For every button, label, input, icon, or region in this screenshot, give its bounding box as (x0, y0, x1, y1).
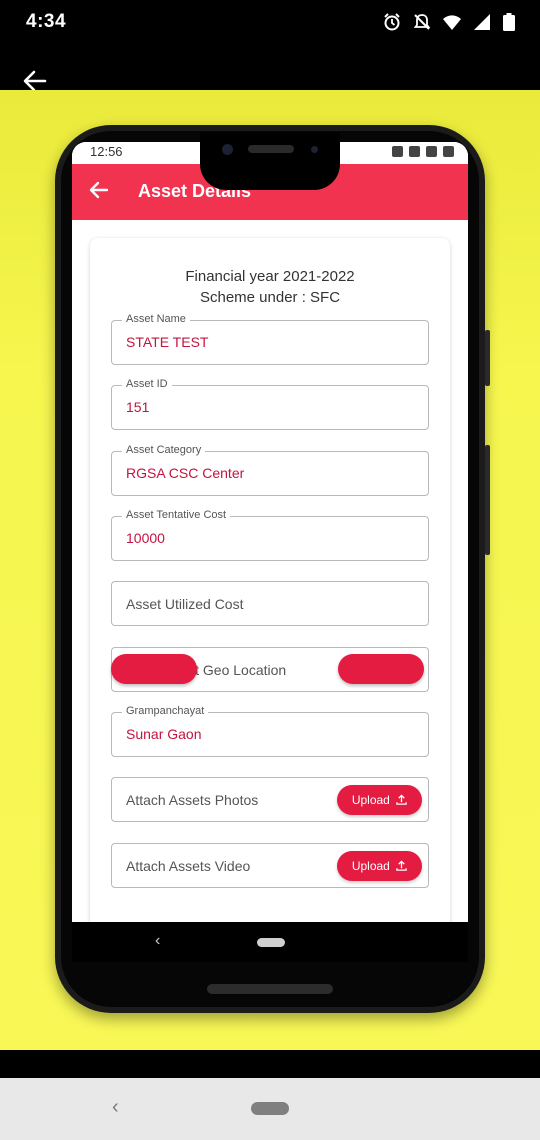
asset-category-label: Asset Category (122, 444, 206, 456)
speaker-grille (207, 984, 333, 994)
status-time: 4:34 (26, 11, 67, 32)
attach-video-placeholder: Attach Assets Video (126, 858, 251, 874)
upload-icon (396, 860, 407, 871)
system-status-bar: 4:34 (0, 0, 540, 46)
upload-icon (396, 794, 407, 805)
sensor (311, 146, 318, 153)
asset-details-card: Financial year 2021-2022 Scheme under : … (90, 238, 450, 922)
geo-location-right-button[interactable] (338, 654, 424, 684)
asset-utilized-cost-field[interactable]: Asset Utilized Cost (111, 581, 429, 626)
phone-nav-back-icon: ‹ (155, 932, 161, 949)
asset-id-field[interactable]: Asset ID 151 (111, 378, 429, 430)
status-icons (382, 12, 516, 32)
notifications-off-icon (413, 14, 431, 30)
alarm-icon (384, 13, 400, 31)
phone-notch (200, 132, 340, 190)
attach-video-field: Attach Assets Video Upload (111, 843, 429, 888)
phone-status-icons (392, 146, 454, 157)
front-camera (222, 144, 233, 155)
earpiece-speaker (248, 145, 294, 153)
asset-category-value: RGSA CSC Center (126, 465, 245, 481)
upload-video-label: Upload (351, 859, 390, 873)
system-navigation-bar: ‹ (0, 1050, 540, 1140)
grampanchayat-label: Grampanchayat (122, 705, 209, 717)
upload-video-button[interactable]: Upload (337, 851, 422, 881)
grampanchayat-field[interactable]: Grampanchayat Sunar Gaon (111, 705, 429, 757)
scheme-text: Scheme under : SFC (199, 289, 341, 306)
upload-photos-button[interactable]: Upload (337, 785, 422, 815)
asset-tentative-cost-field[interactable]: Asset Tentative Cost 10000 (111, 509, 429, 561)
viewer-toolbar (0, 46, 540, 92)
phone-mockup: 12:56 Asset Details Financial year 2021-… (55, 125, 490, 1013)
attach-photos-placeholder: Attach Assets Photos (126, 792, 259, 808)
image-viewer: 12:56 Asset Details Financial year 2021-… (0, 90, 540, 1050)
financial-year-header: Financial year 2021-2022 Scheme under : … (90, 266, 450, 308)
asset-name-label: Asset Name (122, 313, 190, 325)
phone-status-time: 12:56 (90, 144, 123, 159)
phone-screen: 12:56 Asset Details Financial year 2021-… (72, 142, 468, 922)
wifi-icon (443, 15, 461, 30)
geo-location-left-button[interactable] (111, 654, 197, 684)
asset-category-field[interactable]: Asset Category RGSA CSC Center (111, 444, 429, 496)
grampanchayat-value: Sunar Gaon (126, 726, 202, 742)
financial-year-text: Financial year 2021-2022 (185, 268, 355, 285)
asset-geo-location-field[interactable]: Asset Geo Location (111, 647, 429, 692)
attach-photos-field: Attach Assets Photos Upload (111, 777, 429, 822)
asset-id-value: 151 (126, 399, 150, 415)
power-button (485, 330, 490, 386)
upload-photos-label: Upload (351, 793, 390, 807)
nav-home-icon[interactable] (251, 1102, 289, 1115)
nav-back-icon[interactable]: ‹ (112, 1096, 119, 1119)
asset-tentative-cost-label: Asset Tentative Cost (122, 509, 231, 521)
volume-button (485, 445, 490, 555)
asset-name-field[interactable]: Asset Name STATE TEST (111, 313, 429, 365)
asset-utilized-cost-placeholder: Asset Utilized Cost (126, 596, 244, 612)
signal-icon (474, 14, 490, 30)
back-arrow-icon[interactable] (87, 178, 111, 202)
asset-name-value: STATE TEST (126, 334, 209, 350)
asset-tentative-cost-value: 10000 (126, 530, 165, 546)
phone-navigation-bar: ‹ (72, 922, 468, 962)
phone-nav-home-icon (257, 938, 285, 947)
battery-icon (503, 13, 515, 31)
asset-id-label: Asset ID (122, 378, 172, 390)
